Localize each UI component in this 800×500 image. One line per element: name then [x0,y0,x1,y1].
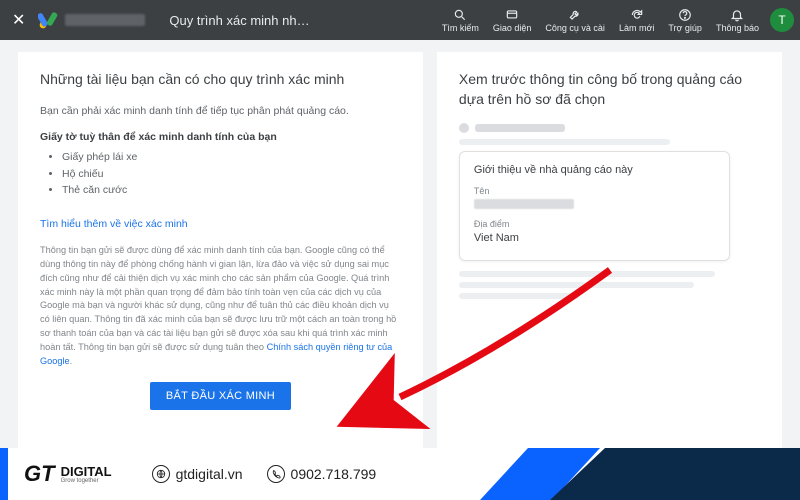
footer-contact: gtdigital.vn 0902.718.799 [152,465,377,483]
toolbar-help-label: Trợ giúp [668,24,702,33]
phone-icon [267,465,285,483]
right-heading: Xem trước thông tin công bố trong quảng … [459,70,760,109]
toolbar-refresh[interactable]: Làm mới [612,8,661,33]
footer-accent-bar [0,448,8,500]
verification-requirements-card: Những tài liệu bạn cần có cho quy trình … [18,52,423,450]
toolbar-appearance-label: Giao diện [493,24,532,33]
learn-more-link[interactable]: Tìm hiểu thêm về việc xác minh [40,218,188,230]
documents-title: Giấy tờ tuỳ thân để xác minh danh tính c… [40,131,401,143]
globe-icon [152,465,170,483]
list-item: Thẻ căn cước [62,182,401,198]
location-value: Viet Nam [474,232,715,244]
toolbar-notifications[interactable]: Thông báo [709,8,766,33]
bell-icon [730,8,744,22]
preview-line [459,282,694,288]
toolbar-search[interactable]: Tìm kiếm [435,8,486,33]
left-heading: Những tài liệu bạn cần có cho quy trình … [40,70,401,90]
website-text: gtdigital.vn [176,466,243,482]
disclosure-preview-card: Xem trước thông tin công bố trong quảng … [437,52,782,450]
preview-line [459,271,715,277]
appearance-icon [505,8,519,22]
location-label: Địa điểm [474,219,715,229]
footer-decoration [460,448,800,500]
main-content: Những tài liệu bạn cần có cho quy trình … [0,40,800,450]
phone-text: 0902.718.799 [291,466,377,482]
left-requirement-text: Bạn cần phải xác minh danh tính để tiếp … [40,104,401,120]
toolbar-search-label: Tìm kiếm [442,24,479,33]
logo-text: DIGITAL [61,465,112,478]
toolbar-tools-settings[interactable]: Công cụ và cài [538,8,612,33]
ad-preview-header [459,123,760,133]
advertiser-info-popup: Giới thiệu về nhà quảng cáo này Tên Địa … [459,151,730,261]
toolbar-tools-label: Công cụ và cài [545,24,605,33]
preview-url-placeholder [475,124,565,132]
logo-mark: GT [24,461,55,487]
popup-title: Giới thiệu về nhà quảng cáo này [474,164,715,176]
list-item: Hộ chiếu [62,166,401,182]
page-title: Quy trình xác minh nhà q… [169,13,314,28]
footer-website[interactable]: gtdigital.vn [152,465,243,483]
preview-line [459,293,579,299]
preview-line [459,139,670,145]
documents-list: Giấy phép lái xe Hộ chiếu Thẻ căn cước [40,149,401,198]
gt-digital-logo: GT DIGITAL Grow together [24,461,112,487]
fine-print-text: Thông tin bạn gửi sẽ được dùng để xác mi… [40,245,396,352]
list-item: Giấy phép lái xe [62,149,401,165]
google-ads-logo-icon [37,9,59,31]
privacy-fine-print: Thông tin bạn gửi sẽ được dùng để xác mi… [40,244,401,368]
search-icon [453,8,467,22]
advertiser-name-redacted [474,199,574,209]
preview-favicon-placeholder [459,123,469,133]
name-label: Tên [474,186,715,196]
close-icon[interactable]: ✕ [6,10,31,30]
refresh-icon [630,8,644,22]
start-verification-button[interactable]: BẮT ĐẦU XÁC MINH [150,382,291,410]
logo-tagline: Grow together [61,478,112,484]
toolbar-help[interactable]: Trợ giúp [661,8,709,33]
wrench-icon [568,8,582,22]
toolbar-notifications-label: Thông báo [716,24,759,33]
brand-footer: GT DIGITAL Grow together gtdigital.vn 09… [0,448,800,500]
toolbar-refresh-label: Làm mới [619,24,654,33]
toolbar-appearance[interactable]: Giao diện [486,8,539,33]
user-avatar[interactable]: T [770,8,794,32]
account-name-redacted [65,14,145,26]
help-icon [678,8,692,22]
app-topbar: ✕ Quy trình xác minh nhà q… Tìm kiếm Gia… [0,0,800,40]
footer-phone[interactable]: 0902.718.799 [267,465,377,483]
